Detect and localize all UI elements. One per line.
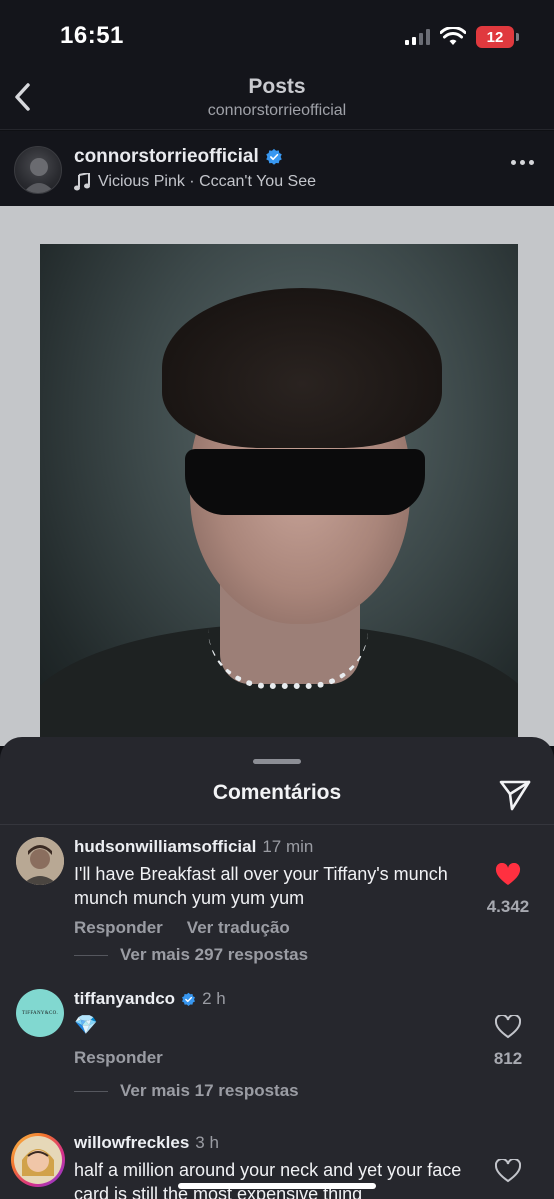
more-horizontal-icon [511,160,516,165]
heart-outline-icon[interactable] [495,1015,521,1039]
comment-avatar[interactable]: TIFFANY&CO. [16,989,64,1037]
post-header [0,131,554,206]
comments-title: Comentários [212,781,342,804]
nav-header: Posts connorstorrieofficial [0,66,554,130]
post-author-row[interactable]: connorstorrieofficial [74,146,283,168]
verified-badge-icon [266,148,282,165]
photo-hair [162,288,442,448]
view-replies-button[interactable]: Ver mais 297 respostas [74,945,308,965]
view-replies-button[interactable]: Ver mais 17 respostas [74,1081,299,1101]
comment-time: 17 min [262,837,314,856]
comment-header: tiffanyandco 2 h [74,989,226,1009]
view-replies-label: Ver mais 17 respostas [120,1081,299,1100]
avatar-photo [16,837,64,885]
comment-username[interactable]: willowfreckles [74,1133,189,1153]
page-subtitle: connorstorrieofficial [207,102,347,119]
comment-like: 812 [478,1015,538,1069]
sheet-grabber[interactable] [253,759,301,764]
status-time: 16:51 [60,22,124,49]
send-icon[interactable] [498,777,532,811]
heart-outline-icon[interactable] [495,1159,521,1183]
sheet-divider [0,824,554,825]
post-photo [40,244,518,744]
reply-button[interactable]: Responder [74,1048,163,1068]
translate-button[interactable]: Ver tradução [187,918,290,938]
comment-header: hudsonwilliamsofficial 17 min [74,837,313,857]
post-music-label: Vicious Pink · Cccan't You See [98,173,316,190]
comment-actions: Responder [74,1048,163,1068]
battery-indicator: 12 [476,26,519,48]
comment-username[interactable]: tiffanyandco [74,989,175,1009]
comment-header: willowfreckles 3 h [74,1133,219,1153]
comment-like: 4.342 [478,863,538,917]
post-author-avatar[interactable] [14,146,62,194]
status-bar: 16:51 12 [0,0,554,66]
like-count: 4.342 [486,897,530,916]
comment-text: I'll have Breakfast all over your Tiffan… [74,864,448,908]
cellular-signal-icon [405,29,430,45]
comment-username[interactable]: hudsonwilliamsofficial [74,837,256,857]
status-indicators: 12 [405,24,519,50]
avatar-logo: TIFFANY&CO. [21,1010,59,1016]
avatar-photo [14,1136,62,1184]
page-title: Posts [248,75,306,98]
photo-sunglasses [185,449,425,515]
comment-like [478,1159,538,1183]
avatar-photo [23,158,55,193]
battery-level: 12 [486,28,504,46]
home-indicator[interactable] [178,1183,376,1189]
comment-text: half a million around your neck and yet … [74,1160,462,1199]
view-replies-label: Ver mais 297 respostas [120,945,309,964]
post-author-username[interactable]: connorstorrieofficial [74,146,259,168]
comments-sheet: Comentários hudsonwilliamsofficial 17 mi… [0,737,554,1199]
replies-line [74,1090,108,1092]
music-note-icon [74,173,90,191]
comment-text: 💎 [74,1015,98,1036]
comment-actions: Responder Ver tradução [74,918,290,938]
post-music-row[interactable]: Vicious Pink · Cccan't You See [74,173,316,191]
comment-time: 2 h [202,989,226,1008]
heart-filled-icon[interactable] [495,863,521,887]
comment-avatar[interactable] [11,1133,65,1187]
wifi-icon [440,27,466,45]
reply-button[interactable]: Responder [74,918,163,938]
replies-line [74,954,108,956]
more-options-button[interactable] [511,160,534,165]
like-count: 812 [493,1049,523,1068]
comment-avatar[interactable] [16,837,64,885]
comment-time: 3 h [195,1133,219,1152]
verified-badge-icon [182,992,196,1006]
